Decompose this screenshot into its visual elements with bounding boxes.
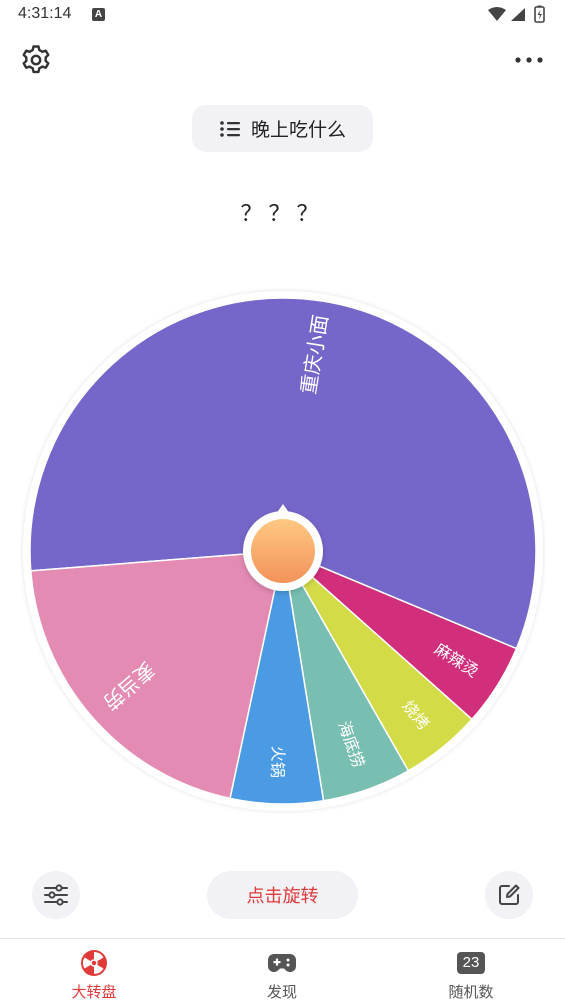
wheel-icon: [81, 950, 107, 976]
tab-discover[interactable]: 发现: [188, 939, 376, 1004]
spin-wheel[interactable]: 重庆小面麻辣烫烧烤海底捞火锅麦当劳: [20, 288, 546, 814]
edit-icon: [499, 884, 520, 905]
wheel-segment-label: 火锅: [268, 746, 288, 778]
bottom-tab-bar: 大转盘 发现 23 随机数: [0, 938, 565, 1004]
more-horizontal-icon: [515, 57, 543, 63]
tab-wheel-label: 大转盘: [71, 983, 117, 1001]
more-button[interactable]: [511, 42, 547, 78]
battery-icon: [534, 5, 545, 23]
wheel-hub-button: [251, 519, 315, 583]
status-bar: 4:31:14 A: [0, 0, 565, 32]
bottom-controls: 点击旋转: [0, 868, 565, 920]
gear-icon: [22, 45, 50, 74]
status-time: 4:31:14: [18, 5, 72, 22]
wifi-icon: [488, 7, 506, 21]
tab-random-number[interactable]: 23 随机数: [377, 939, 565, 1004]
sliders-icon: [44, 884, 68, 906]
status-icons: [488, 5, 545, 23]
result-text: ？？？: [240, 202, 325, 227]
number-badge-icon: 23: [457, 952, 485, 974]
list-icon: [220, 120, 240, 137]
edit-wheel-button[interactable]: [485, 871, 533, 919]
wheel-options-button[interactable]: [32, 871, 80, 919]
signal-icon: [511, 8, 525, 21]
tab-wheel[interactable]: 大转盘: [0, 939, 188, 1004]
gamepad-icon: [267, 954, 297, 973]
spin-button[interactable]: 点击旋转: [207, 871, 358, 919]
wheel-title-button[interactable]: 晚上吃什么: [192, 105, 373, 152]
notification-icon: A: [92, 8, 105, 21]
tab-random-number-label: 随机数: [448, 983, 494, 1001]
settings-button[interactable]: [18, 42, 54, 78]
tab-discover-label: 发现: [266, 983, 297, 1001]
wheel-title: 晚上吃什么: [250, 119, 346, 141]
